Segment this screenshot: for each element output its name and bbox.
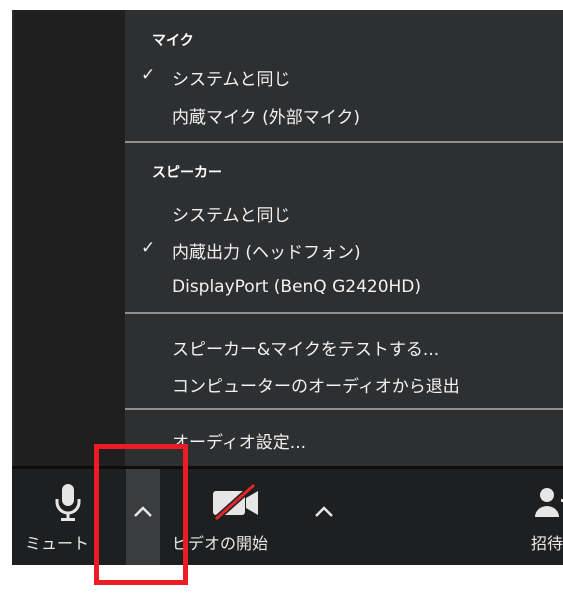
mic-option-builtin[interactable]: 内蔵マイク (外部マイク) [172, 103, 360, 128]
leave-computer-audio-item[interactable]: コンピューターのオーディオから退出 [172, 372, 460, 397]
window-edge [12, 10, 14, 468]
add-participant-icon [535, 488, 563, 517]
menu-divider [125, 141, 563, 143]
test-speaker-mic-item[interactable]: スピーカー&マイクをテストする... [172, 335, 439, 360]
start-video-button[interactable]: ビデオの開始 [172, 469, 292, 565]
video-off-icon [213, 483, 258, 521]
menu-divider [125, 408, 563, 410]
speaker-option-same-as-system[interactable]: システムと同じ [172, 201, 291, 226]
checkmark-icon: ✓ [141, 238, 156, 258]
screenshot: マイク ✓ システムと同じ 内蔵マイク (外部マイク) スピーカー システムと同… [0, 0, 563, 593]
mic-option-same-as-system[interactable]: システムと同じ [172, 65, 291, 90]
audio-options-menu: マイク ✓ システムと同じ 内蔵マイク (外部マイク) スピーカー システムと同… [125, 10, 563, 466]
mic-section-header: マイク [152, 33, 194, 49]
video-options-caret-button[interactable] [307, 469, 341, 565]
checkmark-icon: ✓ [141, 65, 156, 85]
audio-settings-item[interactable]: オーディオ設定... [172, 428, 306, 453]
invite-label: 招待 [531, 534, 563, 553]
speaker-section-header: スピーカー [152, 165, 222, 181]
invite-button[interactable]: 招待 [517, 469, 563, 565]
menu-divider [125, 312, 563, 314]
chevron-up-icon [315, 506, 333, 517]
mute-label: ミュート [25, 534, 90, 553]
microphone-icon [55, 484, 81, 521]
speaker-option-builtin-output[interactable]: 内蔵出力 (ヘッドフォン) [172, 238, 361, 263]
speaker-option-displayport[interactable]: DisplayPort (BenQ G2420HD) [172, 277, 421, 297]
highlight-annotation-box [94, 444, 188, 585]
